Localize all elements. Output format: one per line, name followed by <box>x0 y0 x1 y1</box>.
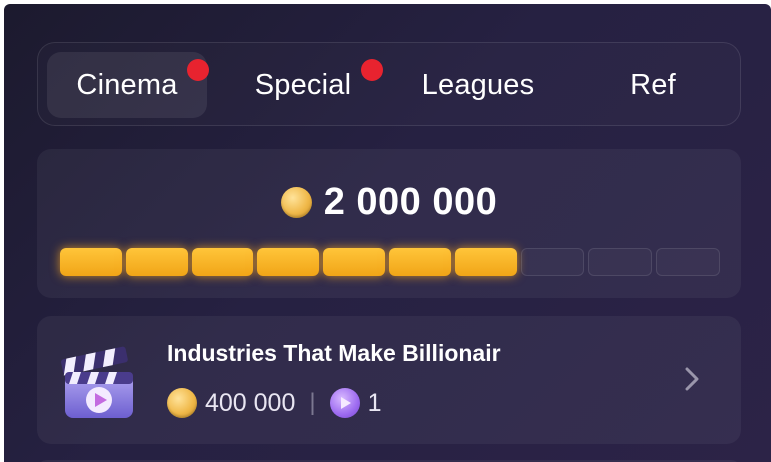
tab-leagues[interactable]: Leagues <box>398 52 558 118</box>
notification-dot <box>187 59 209 81</box>
progress-segment-filled <box>125 248 188 276</box>
notification-dot <box>361 59 383 81</box>
tab-label: Leagues <box>421 68 535 101</box>
coin-icon <box>280 187 312 218</box>
task-item[interactable]: Industries That Make Billionair 400 000 … <box>37 316 741 444</box>
ticket-reward: 1 <box>367 388 382 417</box>
chevron-right-icon <box>685 367 699 391</box>
task-rewards: 400 000 | 1 <box>167 386 382 420</box>
progress-segment-empty <box>520 248 585 276</box>
progress-segment-empty <box>588 248 653 276</box>
app-screen: Cinema Special Leagues Ref 2 000 000 Ind… <box>4 4 771 462</box>
tab-special[interactable]: Special <box>223 52 383 118</box>
coin-icon <box>167 388 197 418</box>
progress-segment-filled <box>323 248 385 276</box>
reward-separator: | <box>309 389 316 416</box>
balance-display: 2 000 000 <box>37 181 741 224</box>
coin-reward: 400 000 <box>205 388 296 417</box>
progress-segment-filled <box>257 248 320 276</box>
clapperboard-icon <box>61 346 133 418</box>
tab-ref[interactable]: Ref <box>573 52 733 118</box>
progress-segment-filled <box>388 248 451 276</box>
progress-segment-filled <box>454 248 517 276</box>
ticket-icon <box>329 388 360 418</box>
progress-bar <box>60 248 720 276</box>
progress-segment-filled <box>60 248 122 276</box>
balance-value: 2 000 000 <box>323 181 498 223</box>
progress-segment-empty <box>656 248 720 276</box>
tab-cinema[interactable]: Cinema <box>47 52 209 118</box>
tab-label: Special <box>254 68 352 101</box>
task-title: Industries That Make Billionair <box>167 340 501 366</box>
tab-bar: Cinema Special Leagues Ref <box>37 42 741 126</box>
tab-label: Ref <box>630 68 676 101</box>
balance-card: 2 000 000 <box>37 149 741 298</box>
tab-label: Cinema <box>76 68 178 101</box>
progress-segment-filled <box>191 248 254 276</box>
